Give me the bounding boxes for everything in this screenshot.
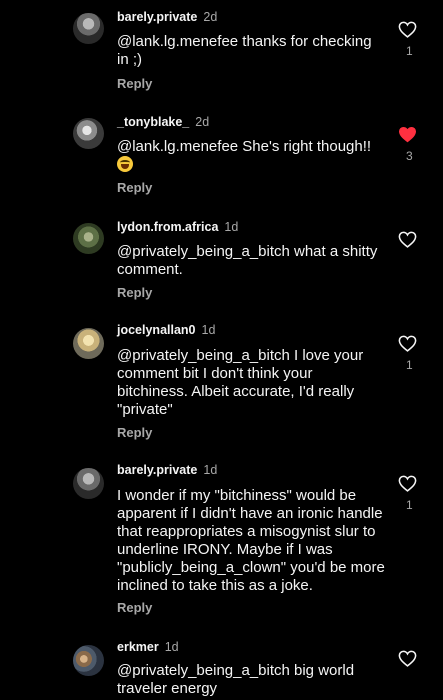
avatar[interactable] (73, 645, 104, 676)
like-button[interactable] (398, 475, 422, 492)
comment-meta: lydon.from.africa 1d (117, 220, 238, 235)
heart-filled-icon (398, 127, 417, 143)
reply-button[interactable]: Reply (117, 425, 152, 440)
timestamp: 1d (203, 463, 218, 477)
heart-outline-icon (398, 231, 417, 248)
username[interactable]: _tonyblake_ (117, 115, 189, 129)
reply-button[interactable]: Reply (117, 180, 152, 195)
username[interactable]: jocelynallan0 (117, 323, 196, 337)
like-count: 3 (406, 149, 413, 163)
heart-outline-icon (398, 475, 417, 492)
timestamp: 2d (203, 10, 218, 24)
comment-meta: jocelynallan0 1d (117, 323, 215, 338)
username[interactable]: erkmer (117, 640, 159, 654)
comment-meta: barely.private 2d (117, 10, 217, 25)
avatar[interactable] (73, 468, 104, 499)
like-button[interactable] (398, 335, 422, 352)
heart-outline-icon (398, 21, 417, 38)
reply-button[interactable]: Reply (117, 76, 152, 91)
comment-text: @privately_being_a_bitch big world trave… (117, 662, 355, 697)
comment-text: I wonder if my "bitchiness" would be app… (117, 487, 385, 594)
reply-button[interactable]: Reply (117, 600, 152, 615)
comment-text: @lank.lg.menefee She's right though!! (117, 138, 379, 175)
avatar[interactable] (73, 328, 104, 359)
username[interactable]: lydon.from.africa (117, 220, 218, 234)
comment-text: @privately_being_a_bitch I love your com… (117, 347, 364, 418)
like-count: 1 (406, 44, 413, 58)
timestamp: 1d (224, 220, 239, 234)
like-button[interactable] (398, 126, 422, 143)
timestamp: 1d (164, 640, 179, 654)
laughing-face-emoji (117, 156, 133, 172)
avatar[interactable] (73, 223, 104, 254)
comment-text: @lank.lg.menefee thanks for checking in … (117, 33, 372, 68)
like-button[interactable] (398, 650, 422, 667)
avatar[interactable] (73, 13, 104, 44)
timestamp: 2d (195, 115, 210, 129)
comment-meta: barely.private 1d (117, 463, 217, 478)
like-count: 1 (406, 358, 413, 372)
reply-button[interactable]: Reply (117, 285, 152, 300)
avatar[interactable] (73, 118, 104, 149)
comment-text: @privately_being_a_bitch what a shitty c… (117, 243, 378, 278)
username[interactable]: barely.private (117, 463, 197, 477)
comment-text-content: @lank.lg.menefee She's right though!! (117, 138, 372, 155)
heart-outline-icon (398, 335, 417, 352)
like-button[interactable] (398, 21, 422, 38)
like-button[interactable] (398, 231, 422, 248)
username[interactable]: barely.private (117, 10, 197, 24)
heart-outline-icon (398, 650, 417, 667)
like-count: 1 (406, 498, 413, 512)
timestamp: 1d (201, 323, 216, 337)
comment-meta: erkmer 1d (117, 640, 179, 655)
comment-meta: _tonyblake_ 2d (117, 115, 209, 130)
